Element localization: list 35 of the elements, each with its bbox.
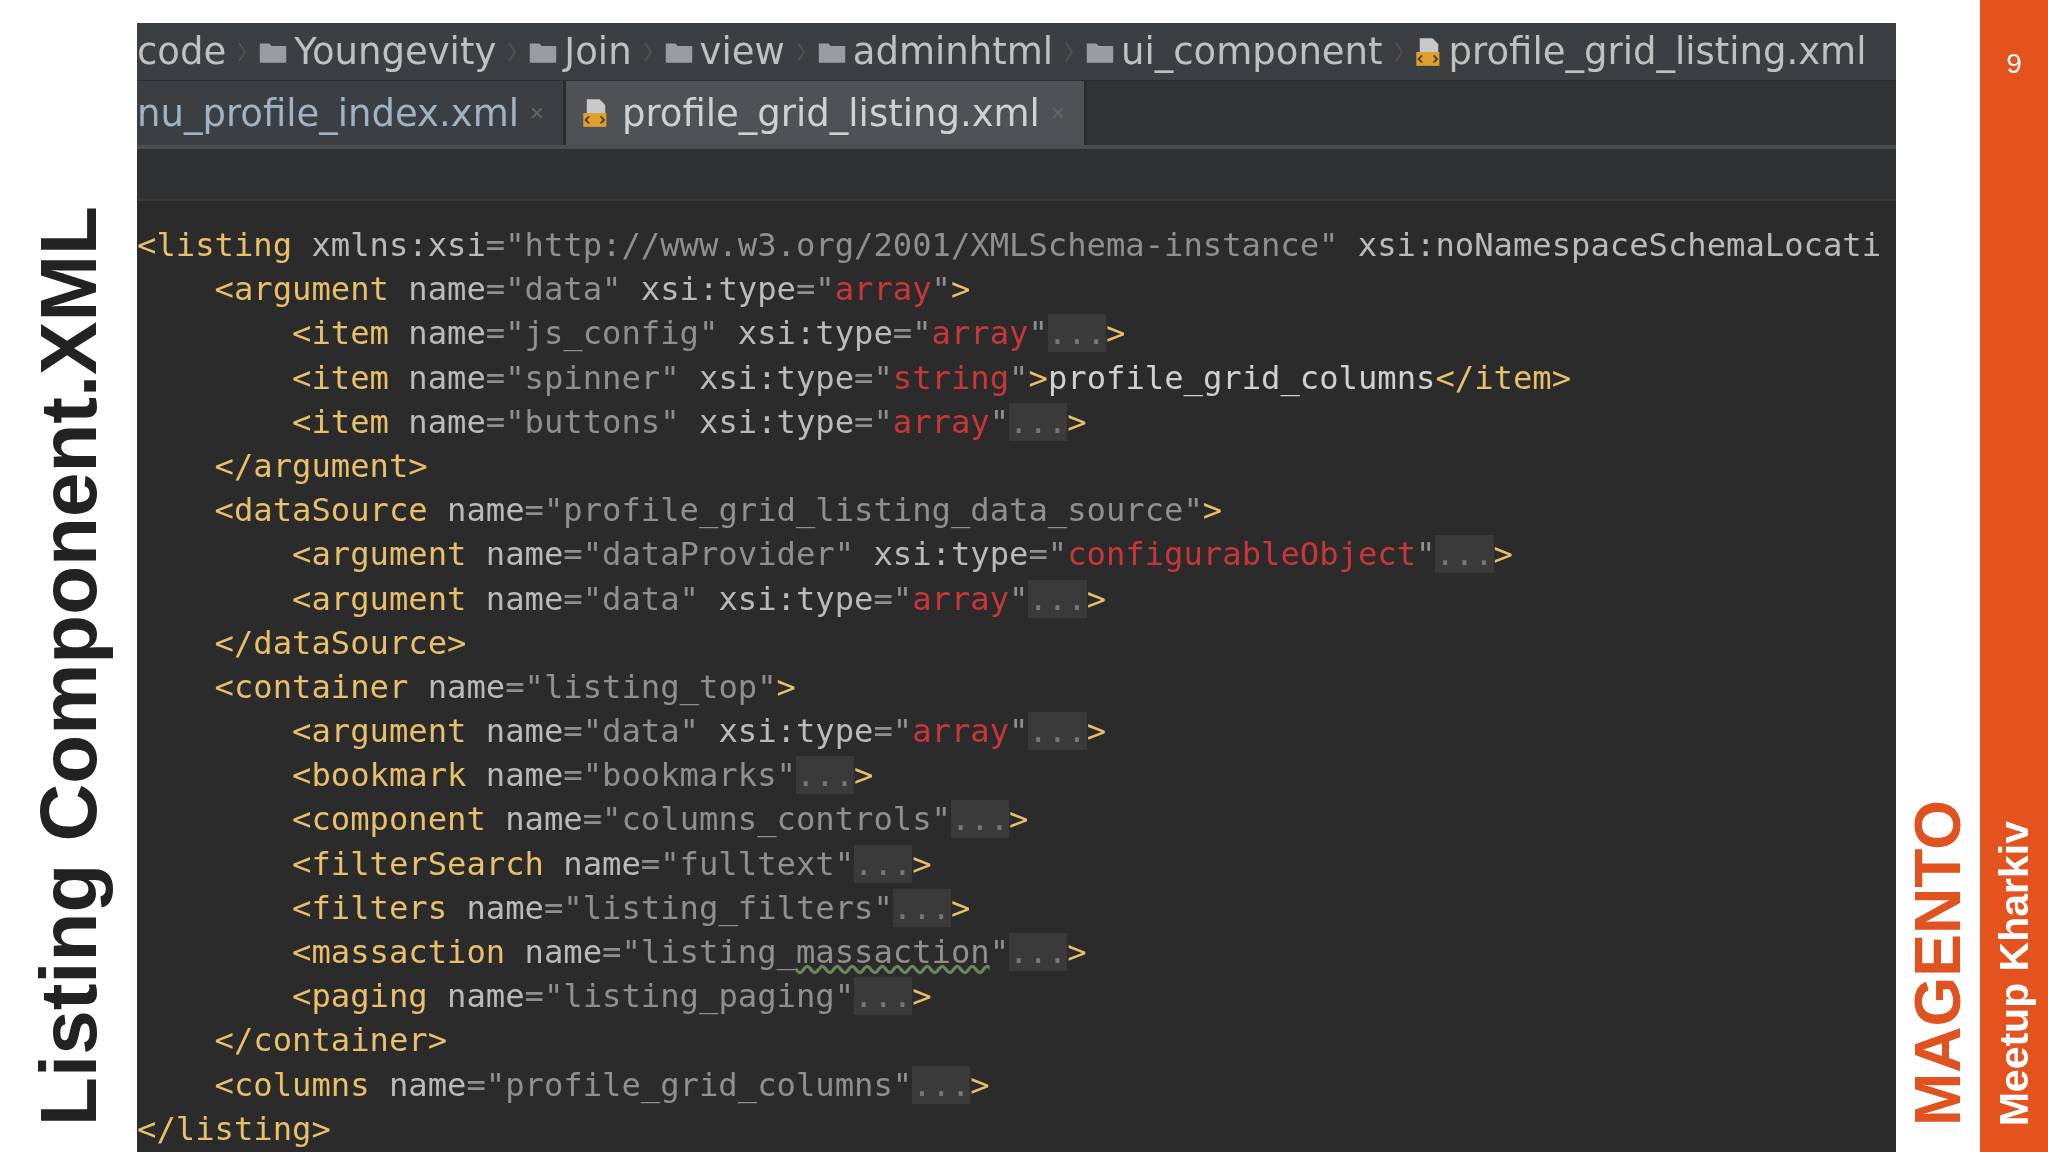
code-line: <item name="js_config" xsi:type="array"...> <box>291 313 1126 355</box>
code-line: <dataSource name="profile_grid_listing_data_source"> <box>213 490 1223 532</box>
code-line: <item name="buttons" xsi:type="array"...> <box>291 401 1087 443</box>
code-line: <argument name="data" xsi:type="array"> <box>213 269 971 311</box>
breadcrumb-item[interactable]: view <box>663 30 785 73</box>
code-line: <item name="spinner" xsi:type="string">profile_grid_columns</item> <box>291 357 1572 399</box>
code-line: <massaction name="listing_massaction"...> <box>291 932 1087 973</box>
breadcrumb-item[interactable]: adminhtml <box>816 30 1053 73</box>
code-line: <argument name="data" xsi:type="array"...> <box>291 578 1106 620</box>
breadcrumb-item[interactable]: Join <box>528 30 632 73</box>
code-line: <bookmark name="bookmarks"...> <box>291 755 874 797</box>
code-line: <listing xmlns:xsi="http://www.w3.org/2001/XMLSchema-instance" xsi:noNamespaceSchemaLocati <box>137 225 1882 266</box>
close-icon[interactable] <box>1051 107 1064 119</box>
code-line: <paging name="listing_paging"...> <box>291 976 932 1018</box>
file-tab[interactable]: profile_grid_listing.xml <box>566 81 1087 145</box>
breadcrumb-item[interactable]: code <box>137 30 227 73</box>
code-line: <argument name="dataProvider" xsi:type="configurableObject"...> <box>291 534 1513 576</box>
code-line: </listing> <box>137 1108 331 1150</box>
code-line: <filterSearch name="fulltext"...> <box>291 843 932 885</box>
code-line: </dataSource> <box>213 622 467 664</box>
file-tab[interactable]: nu_profile_index.xml <box>137 81 566 145</box>
breadcrumb-item[interactable]: ui_component <box>1085 30 1383 73</box>
code-line: <argument name="data" xsi:type="array"...> <box>291 711 1106 753</box>
close-icon[interactable] <box>531 107 543 119</box>
breadcrumb-item[interactable]: Youngevity <box>258 30 497 73</box>
code-line: <filters name="listing_filters"...> <box>291 887 971 929</box>
breadcrumb-item[interactable]: profile_grid_listing.xml <box>1414 30 1867 73</box>
page-number: 9 <box>2006 48 2022 80</box>
code-line: </container> <box>213 1020 448 1062</box>
code-line: </argument> <box>213 445 428 487</box>
code-line: <container name="listing_top"> <box>213 666 796 708</box>
brand-subtitle: Meetup Kharkiv <box>1993 820 2035 1126</box>
code-line: <component name="columns_controls"...> <box>291 799 1029 841</box>
code-line: <columns name="profile_grid_columns"...> <box>213 1064 990 1106</box>
brand-logo: MAGENTO <box>1906 800 1970 1126</box>
